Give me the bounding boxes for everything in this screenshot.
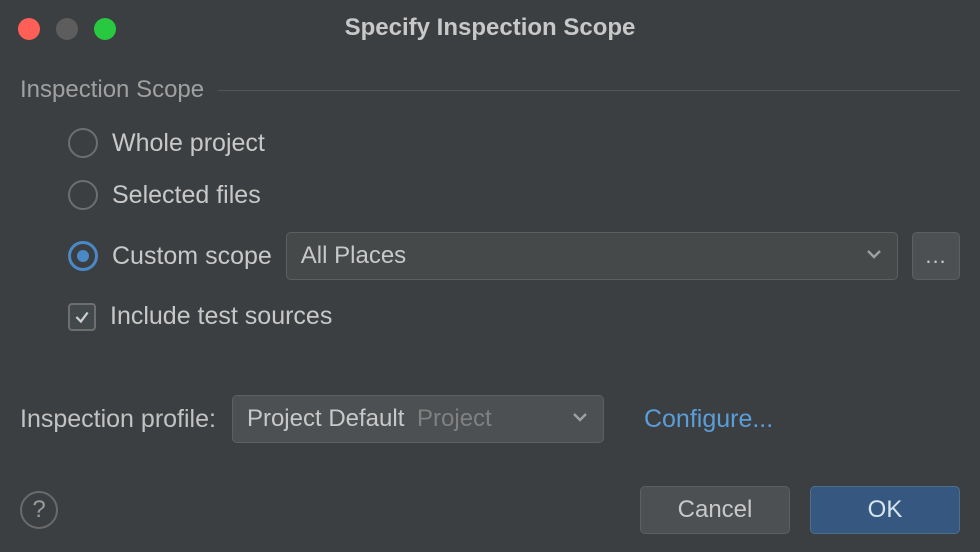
radio-label: Whole project: [112, 129, 265, 158]
scope-options: Whole project Selected files Custom scop…: [20, 128, 960, 331]
radio-icon: [68, 180, 98, 210]
section-heading: Inspection Scope: [20, 76, 204, 104]
button-label: OK: [868, 496, 903, 524]
dialog-title: Specify Inspection Scope: [345, 14, 636, 42]
chevron-down-icon: [865, 242, 883, 270]
ok-button[interactable]: OK: [810, 486, 960, 534]
cancel-button[interactable]: Cancel: [640, 486, 790, 534]
radio-custom-scope-row: Custom scope All Places ...: [68, 232, 960, 280]
minimize-window-button[interactable]: [56, 18, 78, 40]
section-header: Inspection Scope: [20, 76, 960, 104]
radio-icon: [68, 128, 98, 158]
profile-dropdown[interactable]: Project Default Project: [232, 395, 604, 443]
divider: [218, 90, 960, 91]
window-controls: [18, 18, 116, 40]
radio-label: Custom scope: [112, 242, 272, 271]
dialog-content: Inspection Scope Whole project Selected …: [0, 56, 980, 443]
custom-scope-dropdown[interactable]: All Places: [286, 232, 898, 280]
close-window-button[interactable]: [18, 18, 40, 40]
maximize-window-button[interactable]: [94, 18, 116, 40]
footer-buttons: Cancel OK: [640, 486, 960, 534]
profile-value: Project Default: [247, 405, 404, 432]
titlebar: Specify Inspection Scope: [0, 0, 980, 56]
configure-link[interactable]: Configure...: [644, 405, 773, 434]
dropdown-value: All Places: [301, 242, 406, 270]
dialog-footer: ? Cancel OK: [20, 486, 960, 534]
radio-selected-files[interactable]: Selected files: [68, 180, 960, 210]
browse-scope-button[interactable]: ...: [912, 232, 960, 280]
profile-label: Inspection profile:: [20, 405, 216, 434]
radio-icon-selected: [68, 241, 98, 271]
chevron-down-icon: [571, 405, 589, 433]
checkbox-icon: [68, 303, 96, 331]
button-label: Cancel: [678, 496, 753, 524]
ellipsis-icon: ...: [925, 243, 946, 269]
help-icon: ?: [32, 496, 45, 524]
profile-subvalue: Project: [417, 405, 492, 432]
checkbox-label: Include test sources: [110, 302, 332, 331]
radio-custom-scope[interactable]: Custom scope: [68, 241, 272, 271]
include-tests-checkbox[interactable]: Include test sources: [68, 302, 960, 331]
help-button[interactable]: ?: [20, 491, 58, 529]
inspection-profile-row: Inspection profile: Project Default Proj…: [20, 395, 960, 443]
radio-whole-project[interactable]: Whole project: [68, 128, 960, 158]
radio-label: Selected files: [112, 181, 261, 210]
